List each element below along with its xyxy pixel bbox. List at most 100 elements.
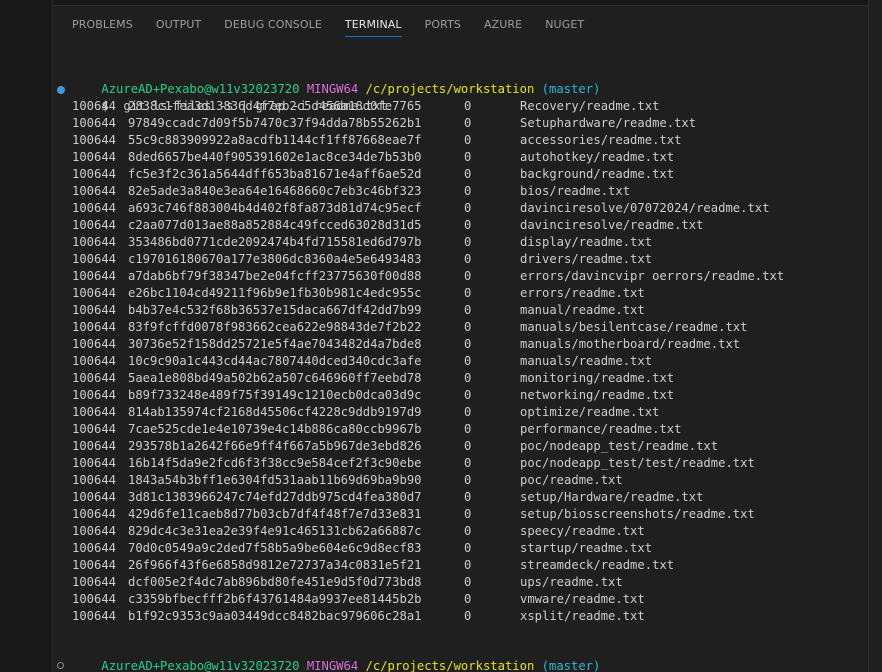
- object-hash: 30736e52f158dd25721e5f4ae7043482d4a7bde8: [128, 337, 422, 351]
- file-path: autohotkey/readme.txt: [520, 150, 675, 164]
- file-path: startup/readme.txt: [520, 541, 653, 555]
- stage-number: 0: [464, 541, 472, 555]
- circle-outline-icon[interactable]: [57, 662, 64, 669]
- output-row: 100644 70d0c0549a9c2ded7f58b5a9be604e6c9d…: [72, 540, 652, 557]
- object-hash: 3d81c1383966247c74efd27ddb975cd4fea380d7: [128, 490, 422, 504]
- prompt-user: AzureAD+Pexabo@w11v32023720: [101, 659, 300, 672]
- output-row: 100644 814ab135974cf2168d45506cf4228c9ddb…: [72, 404, 659, 421]
- prompt-line: AzureAD+Pexabo@w11v32023720 MINGW64 /c/p…: [72, 64, 600, 96]
- object-hash: a693c746f883004b4d402f8fa873d81d74c95ecf: [128, 201, 422, 215]
- object-hash: 429d6fe11caeb8d77b03cb7df4f48f7e7d33e831: [128, 507, 422, 521]
- stage-number: 0: [464, 286, 472, 300]
- file-mode: 100644: [72, 201, 117, 215]
- file-mode: 100644: [72, 371, 117, 385]
- tab-output[interactable]: OUTPUT: [156, 5, 201, 43]
- file-mode: 100644: [72, 320, 117, 334]
- stage-number: 0: [464, 456, 472, 470]
- file-path: manuals/besilentcase/readme.txt: [520, 320, 748, 334]
- prompt-path: /c/projects/workstation: [365, 82, 535, 96]
- stage-number: 0: [464, 473, 472, 487]
- object-hash: 5aea1e808bd49a502b62a507c646960ff7eebd78: [128, 371, 422, 385]
- output-row: 100644 b4b37e4c532f68b36537e15daca667df42…: [72, 302, 645, 319]
- stage-number: 0: [464, 575, 472, 589]
- file-mode: 100644: [72, 405, 117, 419]
- output-row: 100644 1843a54b3bff1e6304fd531aab11b69d69…: [72, 472, 623, 489]
- file-mode: 100644: [72, 422, 117, 436]
- output-row: 100644 829dc4c3e31ea2e39f4e91c465131cb62a…: [72, 523, 645, 540]
- terminal-scrollbar[interactable]: [868, 0, 882, 672]
- file-path: errors/davincvipr oerrors/readme.txt: [520, 269, 785, 283]
- tab-debug-console[interactable]: DEBUG CONSOLE: [224, 5, 322, 43]
- file-path: performance/readme.txt: [520, 422, 682, 436]
- stage-number: 0: [464, 337, 472, 351]
- file-path: davinciresolve/07072024/readme.txt: [520, 201, 770, 215]
- output-row: 100644 a7dab6bf79f38347be2e04fcff23775630…: [72, 268, 784, 285]
- file-mode: 100644: [72, 218, 117, 232]
- prompt-branch: (master): [541, 82, 601, 96]
- input-line[interactable]: $: [72, 657, 123, 672]
- file-path: manual/readme.txt: [520, 303, 645, 317]
- circle-filled-icon[interactable]: [57, 86, 65, 94]
- file-mode: 100644: [72, 337, 117, 351]
- stage-number: 0: [464, 269, 472, 283]
- file-mode: 100644: [72, 99, 117, 113]
- activity-gutter: [0, 0, 53, 672]
- stage-number: 0: [464, 99, 472, 113]
- object-hash: 55c9c883909922a8acdfb1144cf1ff87668eae7f: [128, 133, 422, 147]
- output-row: 100644 c197016180670a177e3806dc8360a4e5e6…: [72, 251, 652, 268]
- object-hash: 83f9fcffd0078f983662cea622e98843de7f2b22: [128, 320, 422, 334]
- file-path: drivers/readme.txt: [520, 252, 653, 266]
- stage-number: 0: [464, 235, 472, 249]
- file-mode: 100644: [72, 388, 117, 402]
- file-path: manuals/readme.txt: [520, 354, 653, 368]
- file-mode: 100644: [72, 558, 117, 572]
- file-path: poc/nodeapp_test/readme.txt: [520, 439, 719, 453]
- tab-azure[interactable]: AZURE: [484, 5, 522, 43]
- tab-nuget[interactable]: NUGET: [545, 5, 584, 43]
- tab-ports[interactable]: PORTS: [425, 5, 461, 43]
- object-hash: dcf005e2f4dc7ab896bd80fe451e9d5f0d773bd8: [128, 575, 422, 589]
- output-row: 100644 97849ccadc7d09f5b7470c37f94dda78b5…: [72, 115, 696, 132]
- file-mode: 100644: [72, 235, 117, 249]
- object-hash: 8ded6657be440f905391602e1ac8ce34de7b53b0: [128, 150, 422, 164]
- object-hash: 16b14f5da9e2fcd6f3f38cc9e584cef2f3c90ebe: [128, 456, 422, 470]
- file-path: speecy/readme.txt: [520, 524, 645, 538]
- output-row: 100644 e26bc1104cd49211f96b9e1fb30b981c4e…: [72, 285, 645, 302]
- output-row: 100644 26f966f43f6e6858d9812e72737a34c083…: [72, 557, 674, 574]
- object-hash: 814ab135974cf2168d45506cf4228c9ddb9197d9: [128, 405, 422, 419]
- file-path: davinciresolve/readme.txt: [520, 218, 704, 232]
- file-mode: 100644: [72, 354, 117, 368]
- file-mode: 100644: [72, 609, 117, 623]
- tab-problems[interactable]: PROBLEMS: [72, 5, 133, 43]
- stage-number: 0: [464, 405, 472, 419]
- stage-number: 0: [464, 184, 472, 198]
- file-path: Setuphardware/readme.txt: [520, 116, 697, 130]
- file-path: vmware/readme.txt: [520, 592, 645, 606]
- object-hash: 353486bd0771cde2092474b4fd715581ed6d797b: [128, 235, 422, 249]
- panel-tab-bar: PROBLEMS OUTPUT DEBUG CONSOLE TERMINAL P…: [53, 5, 868, 43]
- output-row: 100644 55c9c883909922a8acdfb1144cf1ff8766…: [72, 132, 681, 149]
- file-mode: 100644: [72, 456, 117, 470]
- tab-terminal[interactable]: TERMINAL: [344, 5, 402, 43]
- output-row: 100644 c2aa077d013ae88a852884c49fcced6302…: [72, 217, 703, 234]
- output-row: 100644 16b14f5da9e2fcd6f3f38cc9e584cef2f3…: [72, 455, 755, 472]
- output-row: 100644 dcf005e2f4dc7ab896bd80fe451e9d5f0d…: [72, 574, 623, 591]
- object-hash: 70d0c0549a9c2ded7f58b5a9be604e6c9d8ecf83: [128, 541, 422, 555]
- object-hash: 293578b1a2642f66e9ff4f667a5b967de3ebd826: [128, 439, 422, 453]
- terminal-view[interactable]: AzureAD+Pexabo@w11v32023720 MINGW64 /c/p…: [53, 43, 868, 672]
- output-row: 100644 353486bd0771cde2092474b4fd715581ed…: [72, 234, 652, 251]
- file-path: bios/readme.txt: [520, 184, 631, 198]
- file-path: networking/readme.txt: [520, 388, 675, 402]
- file-mode: 100644: [72, 167, 117, 181]
- object-hash: fc5e3f2c361a5644dff653ba81671e4aff6ae52d: [128, 167, 422, 181]
- object-hash: 2838c1fea3d13836d4f7eb2c5d456a18d0fe7765: [128, 99, 422, 113]
- output-row: 100644 429d6fe11caeb8d77b03cb7df4f48f7e7d…: [72, 506, 755, 523]
- output-row: 100644 fc5e3f2c361a5644dff653ba81671e4aff…: [72, 166, 674, 183]
- file-mode: 100644: [72, 507, 117, 521]
- file-mode: 100644: [72, 524, 117, 538]
- file-path: poc/nodeapp_test/test/readme.txt: [520, 456, 755, 470]
- output-row: 100644 30736e52f158dd25721e5f4ae7043482d4…: [72, 336, 740, 353]
- file-mode: 100644: [72, 286, 117, 300]
- file-path: poc/readme.txt: [520, 473, 623, 487]
- file-mode: 100644: [72, 592, 117, 606]
